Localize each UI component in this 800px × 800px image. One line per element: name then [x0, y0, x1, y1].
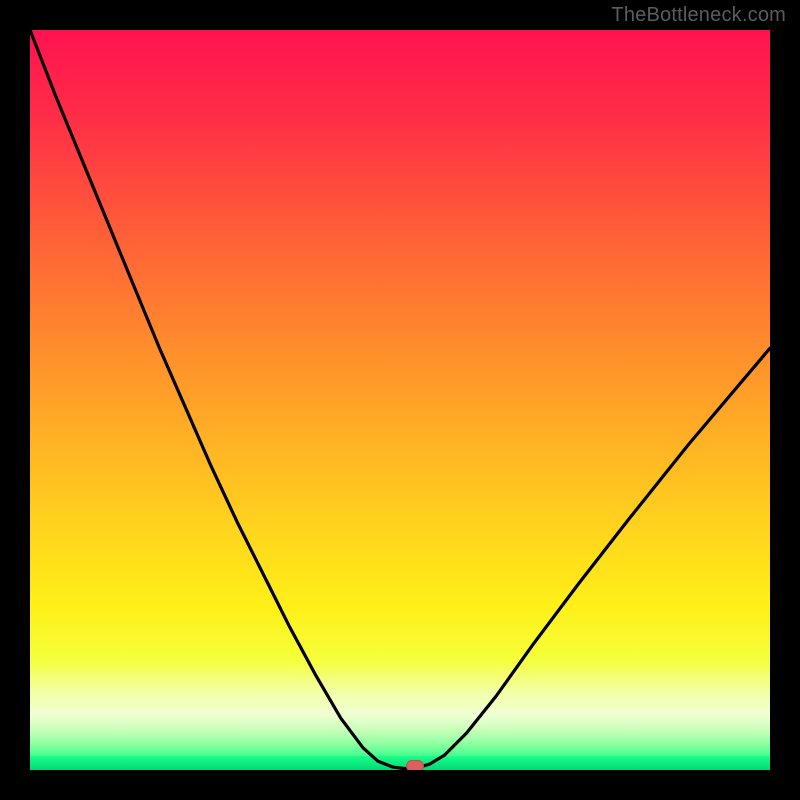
- chart-frame: TheBottleneck.com: [0, 0, 800, 800]
- watermark-text: TheBottleneck.com: [611, 4, 786, 27]
- minimum-marker: [406, 760, 424, 770]
- bottleneck-curve: [30, 30, 770, 770]
- plot-area: [30, 30, 770, 770]
